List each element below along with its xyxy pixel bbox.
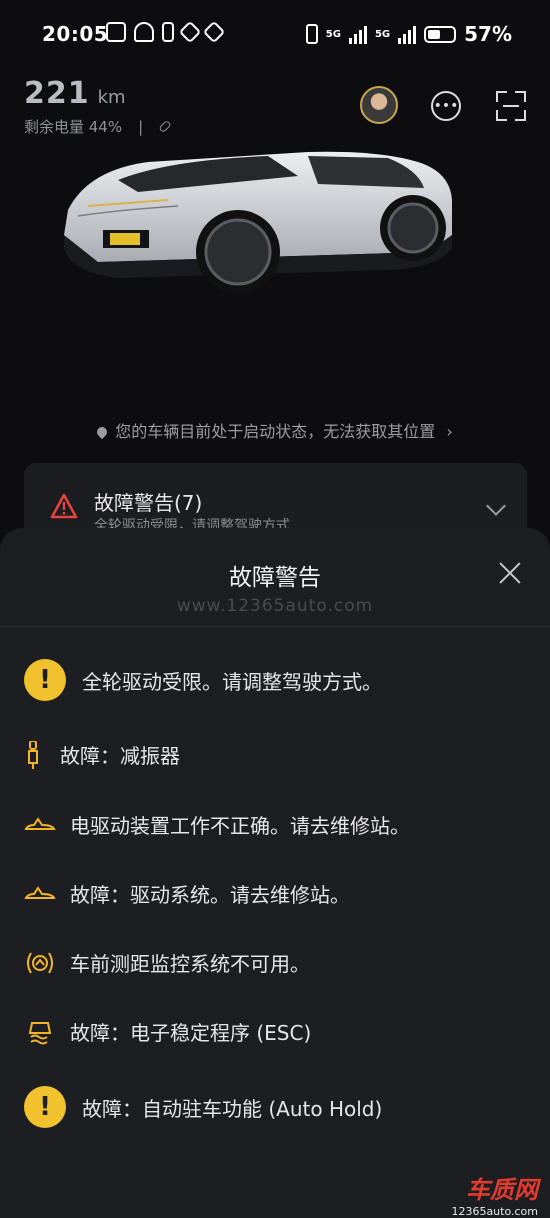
- range-value: 221: [24, 76, 90, 111]
- fault-card-title: 故障警告(7): [94, 491, 203, 515]
- range-unit: km: [97, 87, 126, 108]
- fault-item: 故障：电子稳定程序 (ESC): [24, 1017, 534, 1046]
- fault-item-text: 电驱动装置工作不正确。请去维修站。: [70, 814, 410, 838]
- headphones-icon: [134, 22, 154, 42]
- fault-item: 电驱动装置工作不正确。请去维修站。: [24, 810, 534, 839]
- battery-remaining-label: 剩余电量 44%: [24, 118, 123, 136]
- sheet-title: 故障警告: [229, 565, 321, 591]
- separator: |: [138, 117, 144, 136]
- location-status[interactable]: 您的车辆目前处于启动状态，无法获取其位置 ›: [0, 418, 550, 442]
- brand-watermark: 车质网 12365auto.com: [451, 1170, 538, 1218]
- status-notification-icons: [106, 20, 226, 44]
- fault-item-text: 故障：驱动系统。请去维修站。: [70, 883, 350, 907]
- fault-item-text: 全轮驱动受限。请调整驾驶方式。: [82, 669, 382, 694]
- app-heart-icon: [178, 20, 202, 44]
- location-pin-icon: [95, 424, 110, 440]
- nfc-icon: [106, 22, 126, 42]
- fault-warning-sheet: 故障警告 www.12365auto.com ! 全轮驱动受限。请调整驾驶方式。…: [0, 528, 550, 1218]
- scan-icon[interactable]: [496, 91, 526, 121]
- vibrate-icon: [305, 24, 318, 44]
- user-avatar[interactable]: [360, 86, 398, 124]
- signal-icon-2: [398, 24, 417, 44]
- app-heart-icon-2: [202, 20, 226, 44]
- chat-icon[interactable]: •••: [431, 91, 461, 121]
- battery-percent: 57%: [464, 22, 512, 46]
- fault-item-text: 车前测距监控系统不可用。: [70, 952, 310, 976]
- fault-item: 车前测距监控系统不可用。: [24, 948, 534, 977]
- exclamation-circle-icon: !: [24, 659, 66, 701]
- status-time: 20:05: [42, 22, 109, 46]
- battery-remaining: 剩余电量 44% |: [24, 116, 172, 137]
- link-icon[interactable]: [158, 119, 172, 134]
- network-type-1: 5G: [325, 28, 341, 40]
- esc-skid-icon: [24, 1018, 56, 1046]
- range-display: 221 km: [24, 76, 126, 111]
- status-right: 5G 5G 57%: [305, 22, 512, 46]
- chevron-down-icon[interactable]: [486, 496, 506, 516]
- chevron-right-icon: ›: [446, 422, 453, 441]
- status-bar: 20:05 5G 5G 57%: [0, 0, 550, 70]
- vehicle-image: [64, 151, 452, 294]
- fault-item: ! 全轮驱动受限。请调整驾驶方式。: [24, 659, 534, 701]
- car-drive-icon: [24, 811, 56, 839]
- car-drive-icon: [24, 880, 56, 908]
- fault-item-text: 故障：减振器: [60, 744, 180, 768]
- battery-icon: [424, 25, 457, 43]
- watermark: www.12365auto.com: [176, 596, 374, 616]
- fault-item: ! 故障：自动驻车功能 (Auto Hold): [24, 1086, 534, 1128]
- network-type-2: 5G: [374, 28, 391, 40]
- fault-item-text: 故障：电子稳定程序 (ESC): [70, 1021, 312, 1045]
- fault-item: 故障：驱动系统。请去维修站。: [24, 879, 534, 908]
- warning-triangle-icon: [50, 493, 78, 519]
- divider: [0, 626, 550, 627]
- brand-logo: 车质网: [466, 1176, 538, 1204]
- brand-url: 12365auto.com: [451, 1205, 538, 1218]
- signal-icon-1: [348, 24, 367, 44]
- battery-small-icon: [162, 22, 174, 42]
- exclamation-circle-icon: !: [24, 1086, 66, 1128]
- close-icon[interactable]: [498, 561, 522, 585]
- shock-absorber-icon: [24, 740, 42, 769]
- fault-item: 故障：减振器: [24, 740, 534, 769]
- location-text: 您的车辆目前处于启动状态，无法获取其位置: [115, 422, 436, 441]
- distance-monitor-icon: [24, 949, 56, 977]
- fault-item-text: 故障：自动驻车功能 (Auto Hold): [82, 1096, 383, 1121]
